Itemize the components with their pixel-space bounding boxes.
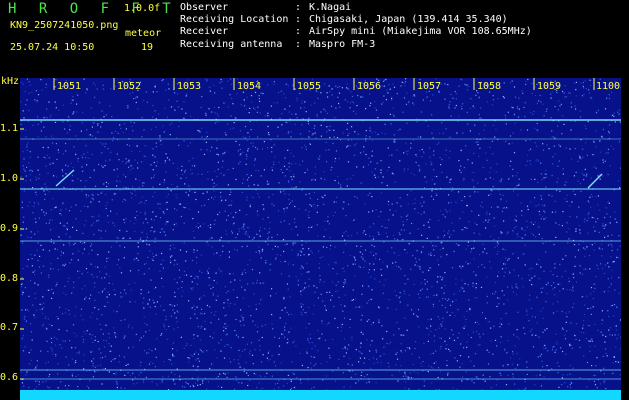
info-value: Chigasaki, Japan (139.414 35.340): [309, 14, 508, 26]
x-tick-label: 1057: [417, 81, 442, 92]
x-tick-label: 1053: [177, 81, 202, 92]
meteor-count: 19: [141, 42, 154, 53]
x-tick-label: 1054: [237, 81, 262, 92]
y-tick-label: 1.1: [0, 123, 19, 134]
info-sep: :: [295, 14, 302, 26]
info-sep: :: [295, 26, 302, 38]
spectrogram-canvas: [20, 78, 621, 394]
x-tick-label: 1056: [357, 81, 382, 92]
x-tick-label: 1059: [537, 81, 562, 92]
x-tick-label: 1058: [477, 81, 502, 92]
y-tick-label: 0.6: [0, 372, 19, 383]
file-name: KN9_2507241050.png: [10, 20, 119, 31]
info-value: AirSpy mini (Miakejima VOR 108.65MHz): [309, 26, 532, 38]
station-info: Observer : K.Nagai Receiving Location : …: [180, 2, 532, 51]
info-row-antenna: Receiving antenna : Maspro FM-3: [180, 39, 532, 51]
info-sep: :: [295, 38, 302, 50]
datetime: 25.07.24 10:50: [10, 42, 95, 53]
y-tick-label: 0.7: [0, 322, 19, 333]
x-tick-label: 1055: [297, 81, 322, 92]
x-tick-label: 1052: [117, 81, 142, 92]
info-value: Maspro FM-3: [309, 38, 376, 50]
y-tick-label: 1.0: [0, 173, 19, 184]
meteor-echo: [55, 169, 75, 187]
info-key: Receiver: [180, 26, 229, 38]
info-row-receiver: Receiver : AirSpy mini (Miakejima VOR 10…: [180, 26, 532, 38]
app-version: 1.0.0f: [124, 3, 161, 14]
info-value: K.Nagai: [309, 2, 352, 13]
signal-level-strip: [20, 390, 621, 400]
frequency-unit-label: kHz: [1, 76, 20, 87]
y-tick-label: 0.9: [0, 223, 19, 234]
spectrogram-plot: [20, 78, 621, 394]
info-key: Receiving Location: [180, 14, 289, 26]
x-tick-label: 1100: [596, 81, 621, 92]
info-row-observer: Observer : K.Nagai: [180, 2, 532, 14]
info-row-location: Receiving Location : Chigasaki, Japan (1…: [180, 14, 532, 26]
header-panel: H R O F F T 1.0.0f KN9_2507241050.png me…: [0, 0, 629, 76]
info-sep: :: [295, 2, 302, 13]
x-tick-label: 1051: [57, 81, 82, 92]
noise-layer: [20, 78, 621, 394]
meteor-echo: [587, 173, 603, 189]
detection-tag: meteor: [125, 28, 162, 39]
info-key: Observer: [180, 2, 229, 13]
y-tick-label: 0.8: [0, 273, 19, 284]
info-key: Receiving antenna: [180, 38, 283, 50]
